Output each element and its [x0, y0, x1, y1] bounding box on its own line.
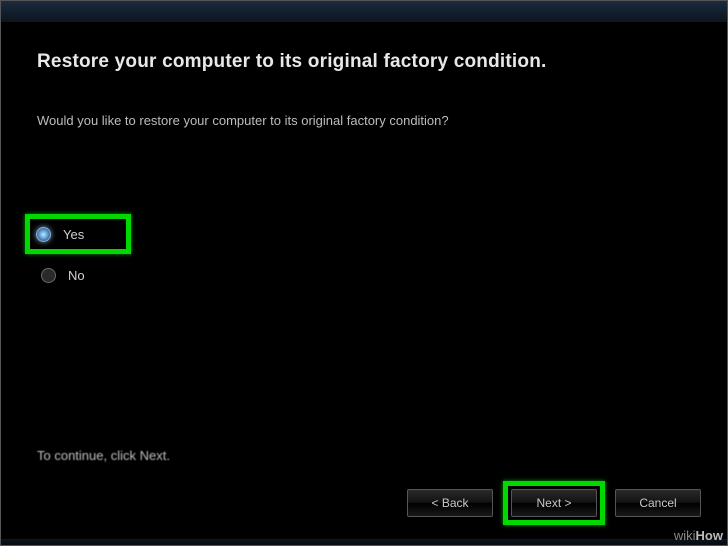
- wizard-page: Restore your computer to its original fa…: [1, 23, 727, 545]
- radio-yes[interactable]: Yes: [25, 214, 131, 254]
- window-titlebar: [1, 1, 727, 23]
- radio-no[interactable]: No: [31, 260, 691, 290]
- wizard-button-bar: < Back Next > Cancel: [407, 481, 701, 525]
- radio-icon: [36, 227, 51, 242]
- radio-yes-label: Yes: [63, 227, 84, 242]
- back-button[interactable]: < Back: [407, 489, 493, 517]
- next-button[interactable]: Next >: [511, 489, 597, 517]
- next-button-highlight: Next >: [503, 481, 605, 525]
- question-text: Would you like to restore your computer …: [37, 113, 691, 128]
- radio-no-label: No: [68, 268, 85, 283]
- page-title: Restore your computer to its original fa…: [37, 51, 691, 73]
- continue-hint: To continue, click Next.: [37, 448, 170, 463]
- cancel-button[interactable]: Cancel: [615, 489, 701, 517]
- restore-choice-group: Yes No: [31, 214, 691, 290]
- bottom-strip: [1, 539, 727, 545]
- radio-icon: [41, 268, 56, 283]
